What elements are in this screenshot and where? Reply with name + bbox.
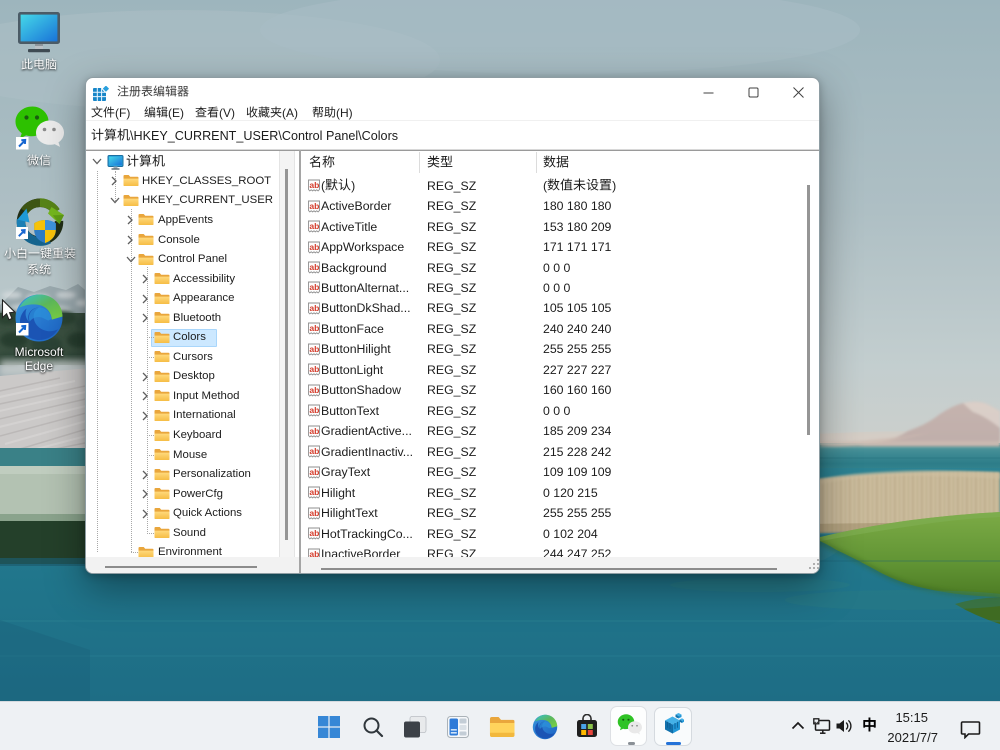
svg-text:ab: ab	[309, 282, 319, 292]
svg-text:ab: ab	[309, 200, 319, 210]
svg-text:ab: ab	[309, 528, 319, 538]
svg-text:ab: ab	[309, 446, 319, 456]
svg-text:ab: ab	[309, 466, 319, 476]
svg-text:ab: ab	[309, 323, 319, 333]
svg-text:ab: ab	[309, 344, 319, 354]
svg-text:ab: ab	[309, 385, 319, 395]
svg-text:ab: ab	[309, 507, 319, 517]
svg-text:ab: ab	[309, 241, 319, 251]
svg-text:ab: ab	[309, 425, 319, 435]
svg-text:ab: ab	[309, 303, 319, 313]
svg-text:ab: ab	[309, 364, 319, 374]
svg-text:ab: ab	[309, 405, 319, 415]
svg-text:ab: ab	[309, 487, 319, 497]
svg-text:ab: ab	[309, 262, 319, 272]
svg-text:ab: ab	[309, 180, 319, 190]
svg-text:ab: ab	[309, 221, 319, 231]
